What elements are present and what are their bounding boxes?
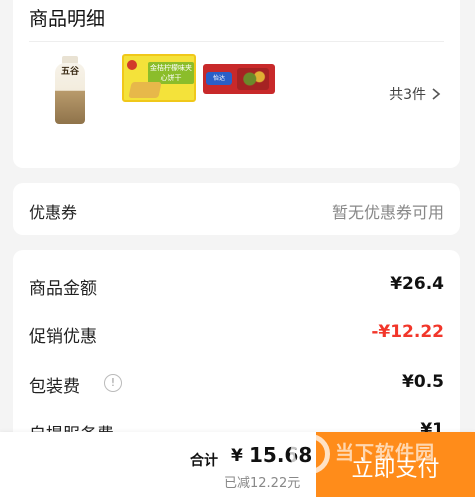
total-currency: ¥ xyxy=(231,446,243,466)
promo-label: 促销优惠 xyxy=(29,327,97,347)
item-count-link[interactable]: 共3件 xyxy=(389,84,442,104)
coupon-row[interactable]: 优惠券 暂无优惠券可用 xyxy=(13,183,460,235)
pay-now-button[interactable]: 立即支付 xyxy=(316,432,475,497)
product-detail-card: 商品明细 五谷 金桔柠檬味夹心饼干 怡达 共3件 xyxy=(13,0,460,168)
goods-amount-value: ¥26.4 xyxy=(390,274,444,294)
saved-amount: 已减12.22元 xyxy=(224,476,301,491)
packing-fee-row: 包装费 ! ¥0.5 xyxy=(13,372,460,397)
info-icon[interactable]: ! xyxy=(104,374,122,392)
total-value: 15.68 xyxy=(249,443,313,467)
product-image-biscuit-pack: 金桔柠檬味夹心饼干 xyxy=(122,54,196,102)
section-title: 商品明细 xyxy=(29,8,106,30)
snack-brand: 怡达 xyxy=(206,72,232,85)
coupon-value: 暂无优惠券可用 xyxy=(331,203,444,222)
packing-fee-label: 包装费 xyxy=(29,377,80,397)
promo-row: 促销优惠 -¥12.22 xyxy=(13,322,460,347)
goods-amount-label: 商品金额 xyxy=(29,279,97,299)
brand-logo-icon xyxy=(127,60,137,70)
bottle-label: 五谷 xyxy=(60,67,79,77)
packing-fee-value: ¥0.5 xyxy=(402,372,444,392)
product-image-milk-bottle: 五谷 xyxy=(55,56,85,124)
item-count-label: 共3件 xyxy=(389,87,426,103)
divider xyxy=(29,41,444,42)
goods-amount-row: 商品金额 ¥26.4 xyxy=(13,274,460,299)
biscuit-name: 金桔柠檬味夹心饼干 xyxy=(148,62,194,84)
product-image-snack-pack: 怡达 xyxy=(203,64,275,94)
checkout-bar: 合计 ¥ 15.68 已减12.22元 立即支付 xyxy=(0,432,475,497)
chevron-right-icon xyxy=(432,88,441,100)
promo-value: -¥12.22 xyxy=(371,322,444,342)
coupon-label: 优惠券 xyxy=(29,203,78,222)
total-label: 合计 xyxy=(190,453,218,469)
